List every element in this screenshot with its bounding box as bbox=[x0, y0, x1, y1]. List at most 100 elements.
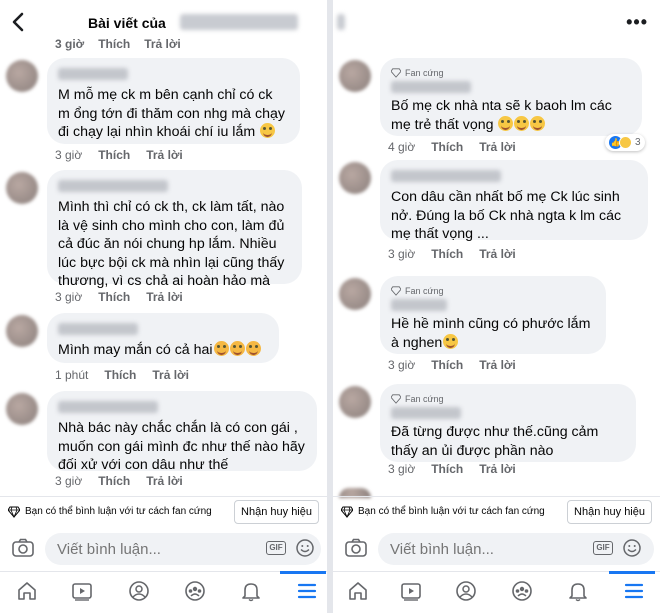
fan-bar-text: Bạn có thể bình luận với tư cách fan cứn… bbox=[25, 506, 212, 517]
page-title: Bài viết của bbox=[88, 15, 166, 31]
like-link[interactable]: Thích bbox=[98, 148, 130, 162]
nav-profile[interactable] bbox=[124, 578, 154, 604]
nav-home[interactable] bbox=[12, 578, 42, 604]
reply-link[interactable]: Trả lời bbox=[152, 368, 189, 382]
back-button[interactable] bbox=[8, 10, 30, 34]
smiling-face-hearts-icon bbox=[245, 341, 261, 356]
active-tab-indicator bbox=[280, 571, 326, 574]
comment-author[interactable] bbox=[391, 299, 447, 311]
reply-link[interactable]: Trả lời bbox=[479, 247, 516, 261]
camera-icon[interactable] bbox=[345, 538, 367, 558]
comment-author[interactable] bbox=[391, 81, 471, 93]
diamond-icon bbox=[8, 506, 20, 518]
comment-text: M mỗ mẹ ck m bên cạnh chỉ có ck m ổng tớ… bbox=[58, 87, 285, 140]
comment-text: Mình thì chỉ có ck th, ck làm tất, nào l… bbox=[58, 199, 285, 289]
nav-watch[interactable] bbox=[396, 578, 426, 604]
comment-text: Đã từng được như thế.cũng cảm thấy an ủi… bbox=[391, 424, 599, 459]
smiley-icon[interactable] bbox=[296, 539, 314, 557]
reply-link[interactable]: Trả lời bbox=[146, 290, 183, 304]
comment-meta: 4 giờ Thích Trả lời bbox=[388, 140, 516, 154]
smiling-face-hearts-icon bbox=[213, 341, 229, 356]
comment-text: Con dâu cần nhất bố mẹ Ck lúc sinh nở. Đ… bbox=[391, 189, 622, 242]
smiley-icon[interactable] bbox=[623, 539, 641, 557]
comment-author[interactable] bbox=[58, 323, 138, 335]
nav-profile[interactable] bbox=[451, 578, 481, 604]
grinning-face-icon bbox=[530, 115, 546, 131]
nav-groups[interactable] bbox=[507, 578, 537, 604]
bottom-nav bbox=[0, 571, 327, 613]
reaction-summary[interactable]: 👍 3 bbox=[605, 134, 645, 151]
reply-link[interactable]: Trả lời bbox=[146, 148, 183, 162]
avatar[interactable] bbox=[6, 60, 38, 92]
reply-link[interactable]: Trả lời bbox=[144, 37, 181, 51]
nav-groups[interactable] bbox=[180, 578, 210, 604]
diamond-icon bbox=[391, 68, 401, 78]
comment-author[interactable] bbox=[58, 180, 168, 192]
nav-notifications[interactable] bbox=[236, 578, 266, 604]
avatar[interactable] bbox=[339, 162, 371, 194]
fan-badge: Fan cứng bbox=[391, 286, 594, 296]
reply-link[interactable]: Trả lời bbox=[479, 462, 516, 476]
smiling-face-hearts-icon bbox=[229, 341, 245, 356]
comment-time: 3 giờ bbox=[55, 474, 83, 488]
get-badge-button[interactable]: Nhận huy hiệu bbox=[567, 500, 652, 524]
fan-bar-text: Bạn có thể bình luận với tư cách fan cứn… bbox=[358, 506, 545, 517]
comment-bubble: M mỗ mẹ ck m bên cạnh chỉ có ck m ổng tớ… bbox=[47, 58, 300, 144]
home-icon bbox=[18, 582, 36, 600]
comment-meta: 3 giờ Thích Trả lời bbox=[388, 358, 516, 372]
diamond-icon bbox=[391, 394, 401, 404]
menu-icon bbox=[297, 583, 317, 599]
nav-menu[interactable] bbox=[292, 578, 322, 604]
like-link[interactable]: Thích bbox=[431, 140, 463, 154]
reply-link[interactable]: Trả lời bbox=[479, 358, 516, 372]
avatar[interactable] bbox=[339, 278, 371, 310]
gif-button[interactable]: GIF bbox=[593, 541, 613, 555]
nav-home[interactable] bbox=[343, 578, 373, 604]
comment-author[interactable] bbox=[58, 401, 158, 413]
comment-time: 3 giờ bbox=[55, 37, 85, 51]
bell-icon bbox=[242, 583, 260, 602]
avatar[interactable] bbox=[6, 315, 38, 347]
avatar[interactable] bbox=[339, 386, 371, 418]
avatar[interactable] bbox=[339, 60, 371, 92]
fan-badge-bar: Bạn có thể bình luận với tư cách fan cứn… bbox=[333, 496, 660, 526]
grinning-face-icon bbox=[514, 115, 530, 131]
comment-text: Nhà bác này chắc chắn là có con gái , mu… bbox=[58, 420, 305, 473]
like-link[interactable]: Thích bbox=[98, 290, 130, 304]
bottom-nav bbox=[333, 571, 660, 613]
reply-link[interactable]: Trả lời bbox=[479, 140, 516, 154]
home-icon bbox=[349, 582, 367, 600]
reply-link[interactable]: Trả lời bbox=[146, 474, 183, 488]
comment-time: 3 giờ bbox=[388, 358, 416, 372]
gif-button[interactable]: GIF bbox=[266, 541, 286, 555]
blurred-author-name bbox=[180, 14, 298, 30]
avatar[interactable] bbox=[6, 393, 38, 425]
nav-notifications[interactable] bbox=[563, 578, 593, 604]
avatar[interactable] bbox=[6, 172, 38, 204]
nav-watch[interactable] bbox=[67, 578, 97, 604]
comment-bubble: Fan cứng Bố mẹ ck nhà nta sẽ k baoh lm c… bbox=[380, 58, 642, 136]
watch-icon bbox=[401, 583, 421, 601]
comment-meta: 1 phút Thích Trả lời bbox=[55, 368, 189, 382]
like-link[interactable]: Thích bbox=[431, 358, 463, 372]
grinning-face-icon bbox=[498, 115, 514, 131]
comment-time: 4 giờ bbox=[388, 140, 416, 154]
comment-author[interactable] bbox=[391, 170, 501, 182]
nav-menu[interactable] bbox=[619, 578, 649, 604]
active-tab-indicator bbox=[609, 571, 655, 574]
camera-icon[interactable] bbox=[12, 538, 34, 558]
reaction-count: 3 bbox=[635, 137, 641, 148]
get-badge-button[interactable]: Nhận huy hiệu bbox=[234, 500, 319, 524]
diamond-icon bbox=[391, 286, 401, 296]
more-dots-icon[interactable]: ••• bbox=[626, 12, 648, 33]
like-link[interactable]: Thích bbox=[98, 37, 130, 51]
comment-author[interactable] bbox=[58, 68, 128, 80]
comment-bubble: Con dâu cần nhất bố mẹ Ck lúc sinh nở. Đ… bbox=[380, 160, 648, 242]
comment-author[interactable] bbox=[391, 407, 461, 419]
haha-reaction-icon bbox=[619, 136, 632, 149]
like-link[interactable]: Thích bbox=[98, 474, 130, 488]
comment-bubble: Mình thì chỉ có ck th, ck làm tất, nào l… bbox=[47, 170, 302, 289]
like-link[interactable]: Thích bbox=[431, 247, 463, 261]
like-link[interactable]: Thích bbox=[104, 368, 136, 382]
like-link[interactable]: Thích bbox=[431, 462, 463, 476]
